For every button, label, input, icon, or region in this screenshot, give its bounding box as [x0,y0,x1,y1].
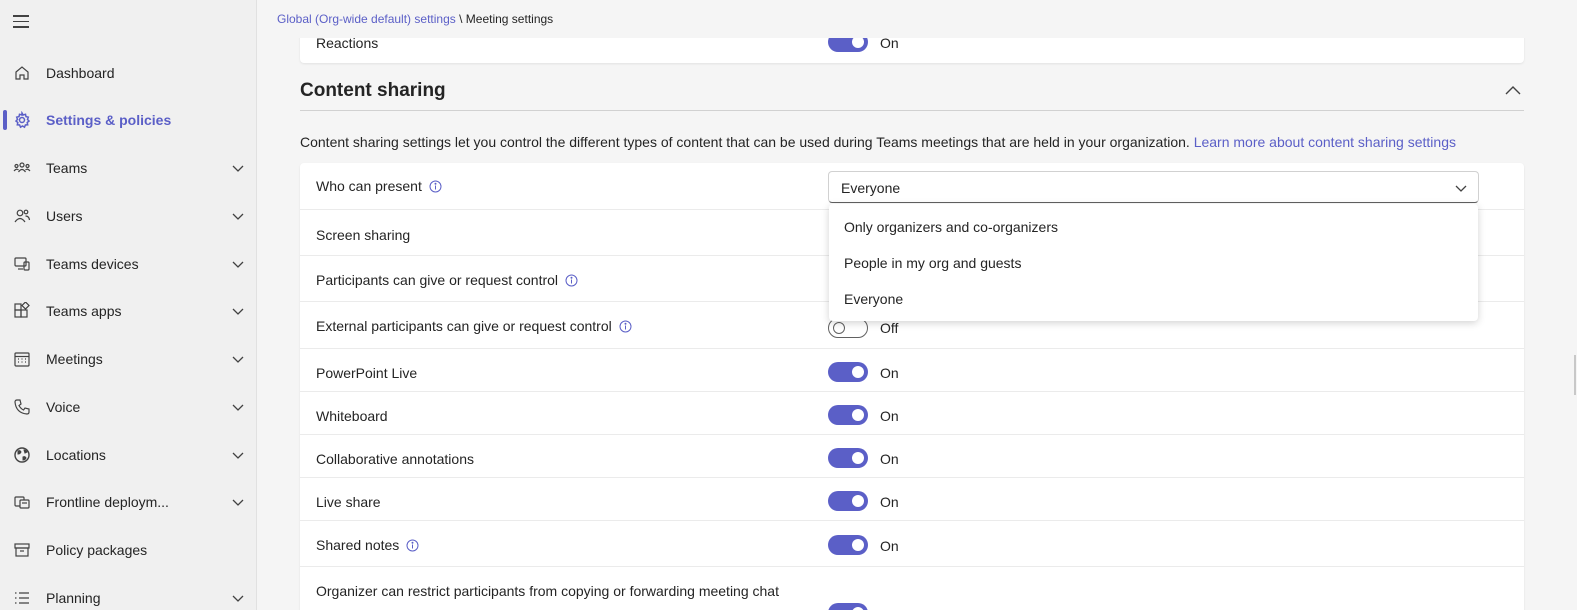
shared-notes-state: On [880,538,899,554]
whiteboard-state: On [880,408,899,424]
apps-icon [13,302,31,320]
whiteboard-toggle[interactable] [828,405,868,425]
collab-annotations-label: Collaborative annotations [316,451,474,467]
calendar-icon [13,350,31,368]
organizer-restrict-label: Organizer can restrict participants from… [316,583,779,599]
nav-item-frontline-deployment[interactable]: Frontline deploym... [0,482,257,522]
nav-item-users[interactable]: Users [0,196,257,236]
nav-item-teams[interactable]: Teams [0,148,257,188]
nav-item-planning[interactable]: Planning [0,578,257,610]
chevron-down-icon [232,165,244,172]
setting-row-collaborative-annotations: Collaborative annotations On [300,435,1524,478]
nav-item-voice[interactable]: Voice [0,387,257,427]
nav-item-label: Policy packages [46,542,148,558]
nav-item-teams-devices[interactable]: Teams devices [0,244,257,284]
chevron-down-icon [232,261,244,268]
list-icon [13,589,31,607]
nav-item-label: Settings & policies [46,112,172,128]
info-icon[interactable] [406,539,419,552]
nav-item-label: Dashboard [46,65,115,81]
package-icon [13,541,31,559]
powerpoint-live-label: PowerPoint Live [316,365,418,381]
dropdown-option[interactable]: Everyone [829,281,1478,317]
chevron-down-icon [232,308,244,315]
setting-row-shared-notes: Shared notes On [300,521,1524,567]
breadcrumb-current: Meeting settings [465,12,554,26]
section-divider [300,110,1524,111]
participants-control-label: Participants can give or request control [316,272,578,288]
setting-row-organizer-restrict: Organizer can restrict participants from… [300,567,1524,610]
globe-icon [13,446,31,464]
nav-item-policy-packages[interactable]: Policy packages [0,530,257,570]
chevron-down-icon [232,404,244,411]
breadcrumb-separator: \ [459,12,463,26]
external-control-label: External participants can give or reques… [316,318,632,334]
nav-item-teams-apps[interactable]: Teams apps [0,291,257,331]
chevron-up-icon[interactable] [1504,82,1522,100]
nav-item-label: Teams apps [46,303,122,319]
home-icon [13,64,31,82]
nav-item-meetings[interactable]: Meetings [0,339,257,379]
setting-row-whiteboard: Whiteboard On [300,392,1524,435]
info-icon[interactable] [429,180,442,193]
frontline-icon [13,493,31,511]
chevron-down-icon [232,213,244,220]
teams-icon [13,159,31,177]
shared-notes-toggle[interactable] [828,535,868,555]
nav-item-label: Voice [46,399,81,415]
nav-item-label: Teams [46,160,88,176]
dropdown-option[interactable]: Only organizers and co-organizers [829,209,1478,245]
section-title: Content sharing [300,80,446,101]
screen-sharing-label: Screen sharing [316,227,411,243]
who-can-present-select[interactable]: Everyone [828,171,1479,203]
powerpoint-live-toggle[interactable] [828,362,868,382]
devices-icon [13,255,31,273]
hamburger-menu-icon[interactable] [13,15,29,29]
phone-icon [13,398,31,416]
shared-notes-label: Shared notes [316,537,419,553]
section-description: Content sharing settings let you control… [300,134,1456,150]
top-bar: Global (Org-wide default) settings \ Mee… [257,0,1577,38]
learn-more-link[interactable]: Learn more about content sharing setting… [1194,134,1456,150]
setting-row-live-share: Live share On [300,478,1524,521]
who-can-present-dropdown: Only organizers and co-organizers People… [829,204,1478,321]
chevron-down-icon [232,356,244,363]
chevron-down-icon [232,595,244,602]
users-icon [13,207,31,225]
gear-icon [13,111,31,129]
powerpoint-live-state: On [880,365,899,381]
setting-row-powerpoint-live: PowerPoint Live On [300,349,1524,392]
external-control-state: Off [880,320,899,336]
collab-annotations-toggle[interactable] [828,448,868,468]
nav-item-dashboard[interactable]: Dashboard [0,53,257,93]
info-icon[interactable] [565,274,578,287]
nav-item-label: Planning [46,590,101,606]
live-share-toggle[interactable] [828,491,868,511]
info-icon[interactable] [619,320,632,333]
chevron-down-icon [232,452,244,459]
nav-item-label: Teams devices [46,256,139,272]
external-control-toggle[interactable] [828,318,868,338]
nav-item-label: Meetings [46,351,103,367]
chevron-down-icon [1455,185,1467,192]
nav-item-label: Locations [46,447,106,463]
left-navigation: Dashboard Settings & policies Teams User… [0,0,257,610]
who-can-present-label: Who can present [316,178,442,194]
breadcrumb-parent-link[interactable]: Global (Org-wide default) settings [277,12,456,26]
breadcrumb: Global (Org-wide default) settings \ Mee… [277,12,553,26]
selected-value: Everyone [841,180,901,196]
nav-item-label: Users [46,208,83,224]
organizer-restrict-toggle[interactable] [828,603,868,610]
scrollbar[interactable] [1574,355,1576,395]
live-share-label: Live share [316,494,381,510]
setting-row-who-can-present: Who can present Everyone [300,163,1524,210]
collab-annotations-state: On [880,451,899,467]
live-share-state: On [880,494,899,510]
nav-item-label: Frontline deploym... [46,494,169,510]
dropdown-option[interactable]: People in my org and guests [829,245,1478,281]
nav-item-settings-policies[interactable]: Settings & policies [0,100,257,140]
chevron-down-icon [232,499,244,506]
nav-item-locations[interactable]: Locations [0,435,257,475]
whiteboard-label: Whiteboard [316,408,388,424]
